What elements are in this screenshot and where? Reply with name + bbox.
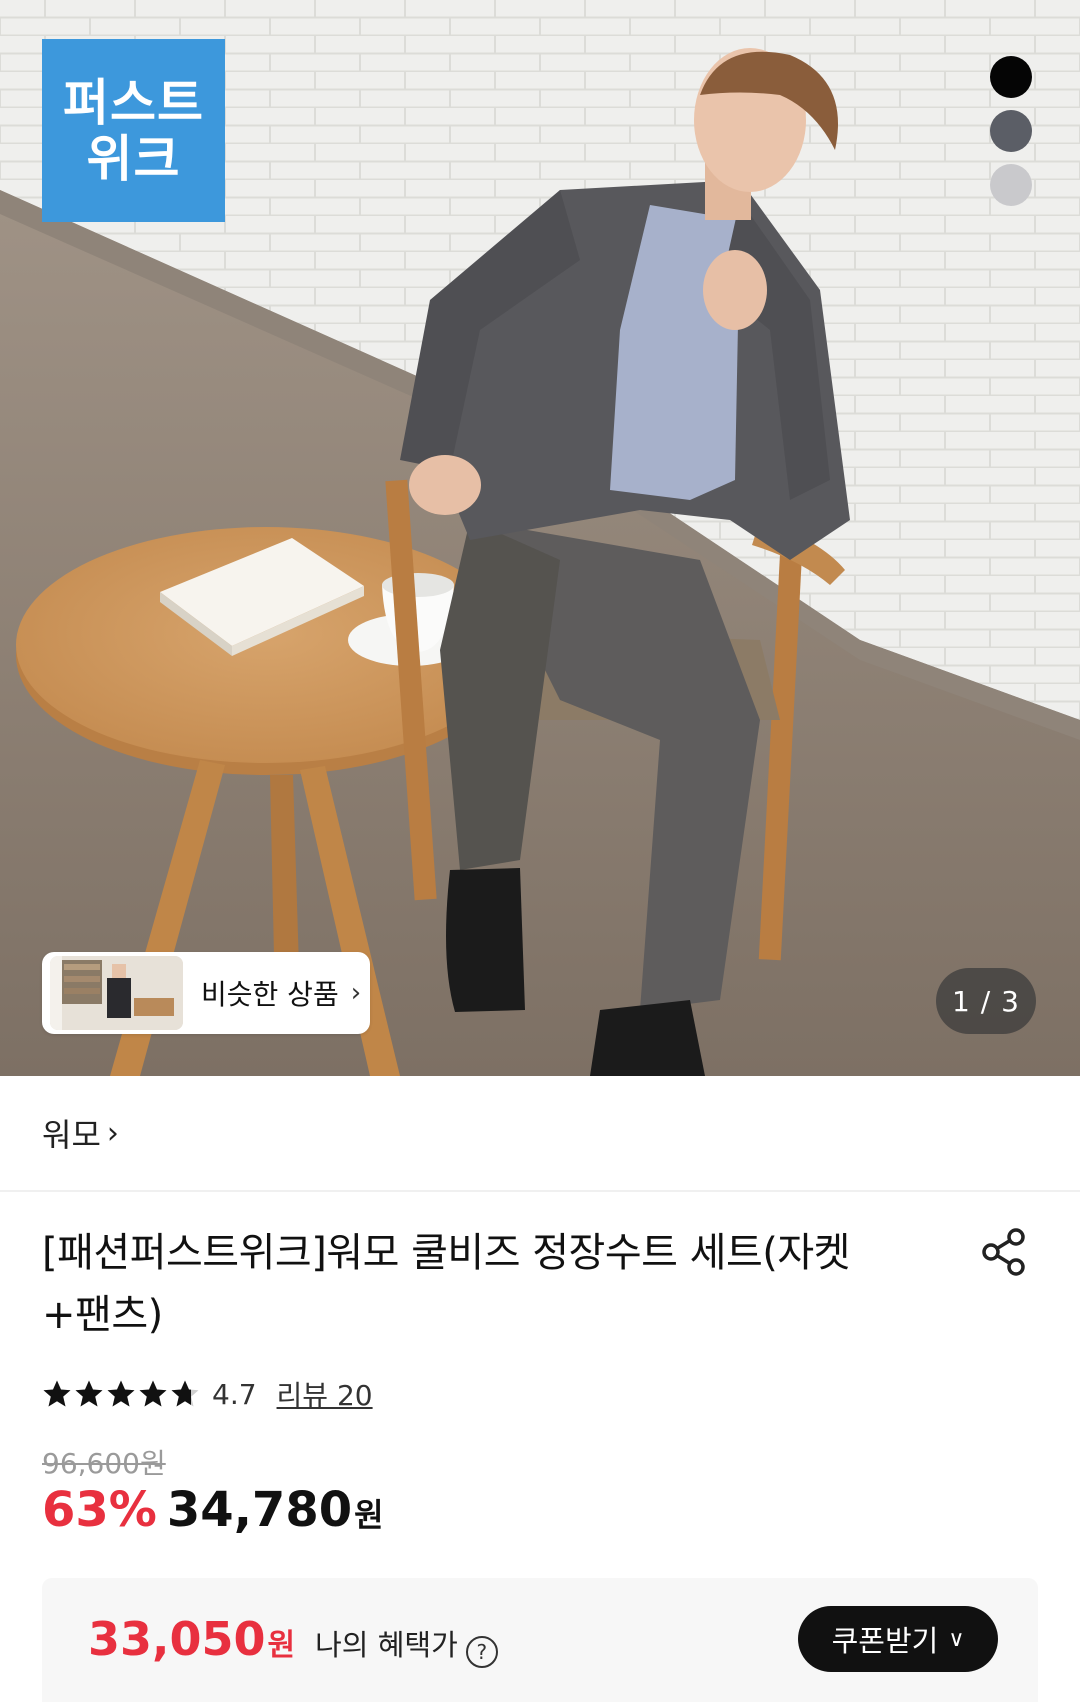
review-count-link[interactable]: 리뷰 20 bbox=[277, 1374, 373, 1414]
page-total: 3 bbox=[1001, 984, 1020, 1018]
benefit-label: 나의 혜택가 bbox=[315, 1628, 458, 1662]
star-icon bbox=[107, 1380, 135, 1407]
share-button[interactable] bbox=[978, 1226, 1030, 1278]
color-options bbox=[990, 56, 1032, 206]
color-option-gray[interactable] bbox=[990, 110, 1032, 152]
share-icon bbox=[982, 1228, 1025, 1276]
page-current: 1 bbox=[952, 984, 971, 1018]
product-image-carousel[interactable]: 퍼스트 위크 비슷한 상품 › 1 / 3 bbox=[0, 0, 1080, 1076]
star-icon bbox=[171, 1380, 199, 1407]
product-title: [패션퍼스트위크]워모 쿨비즈 정장수트 세트(자켓+팬츠) bbox=[42, 1230, 850, 1338]
color-option-light-gray[interactable] bbox=[990, 164, 1032, 206]
star-icon bbox=[43, 1380, 71, 1407]
image-page-counter: 1 / 3 bbox=[936, 968, 1036, 1034]
brand-link[interactable]: 워모 › bbox=[0, 1076, 1080, 1192]
price-row: 63% 34,780 원 bbox=[42, 1482, 384, 1538]
chevron-right-icon: › bbox=[106, 1115, 119, 1151]
chevron-right-icon: › bbox=[350, 978, 362, 1008]
similar-product-thumbnail bbox=[50, 956, 183, 1030]
page-separator: / bbox=[970, 984, 1002, 1018]
coupon-button-label: 쿠폰받기 bbox=[831, 1624, 939, 1658]
brand-name: 워모 bbox=[42, 1116, 101, 1154]
rating-value: 4.7 bbox=[212, 1377, 257, 1411]
promo-badge-line1: 퍼스트 bbox=[63, 73, 204, 132]
get-coupon-button[interactable]: 쿠폰받기 ∨ bbox=[798, 1606, 998, 1672]
promo-badge-line2: 위크 bbox=[86, 129, 181, 188]
color-option-black[interactable] bbox=[990, 56, 1032, 98]
chevron-down-icon: ∨ bbox=[948, 1626, 965, 1652]
sale-price: 34,780 bbox=[166, 1482, 353, 1538]
rating-row: 4.7 리뷰 20 bbox=[42, 1374, 373, 1414]
promo-badge: 퍼스트 위크 bbox=[42, 39, 225, 222]
sale-price-currency: 원 bbox=[354, 1496, 384, 1534]
benefit-price-box: 33,050 원 나의 혜택가 ? 쿠폰받기 ∨ bbox=[42, 1578, 1038, 1702]
star-icon bbox=[75, 1380, 103, 1407]
benefit-amount: 33,050 bbox=[88, 1612, 266, 1666]
benefit-price: 33,050 원 나의 혜택가 ? bbox=[88, 1612, 498, 1668]
help-icon[interactable]: ? bbox=[465, 1636, 498, 1668]
similar-products-button[interactable]: 비슷한 상품 › bbox=[42, 952, 370, 1034]
benefit-currency: 원 bbox=[267, 1628, 296, 1663]
rating-stars bbox=[42, 1379, 200, 1409]
original-price: 96,600원 bbox=[42, 1447, 166, 1480]
discount-rate: 63% bbox=[42, 1482, 157, 1538]
star-icon bbox=[139, 1380, 167, 1407]
similar-products-label: 비슷한 상품 bbox=[201, 978, 339, 1011]
